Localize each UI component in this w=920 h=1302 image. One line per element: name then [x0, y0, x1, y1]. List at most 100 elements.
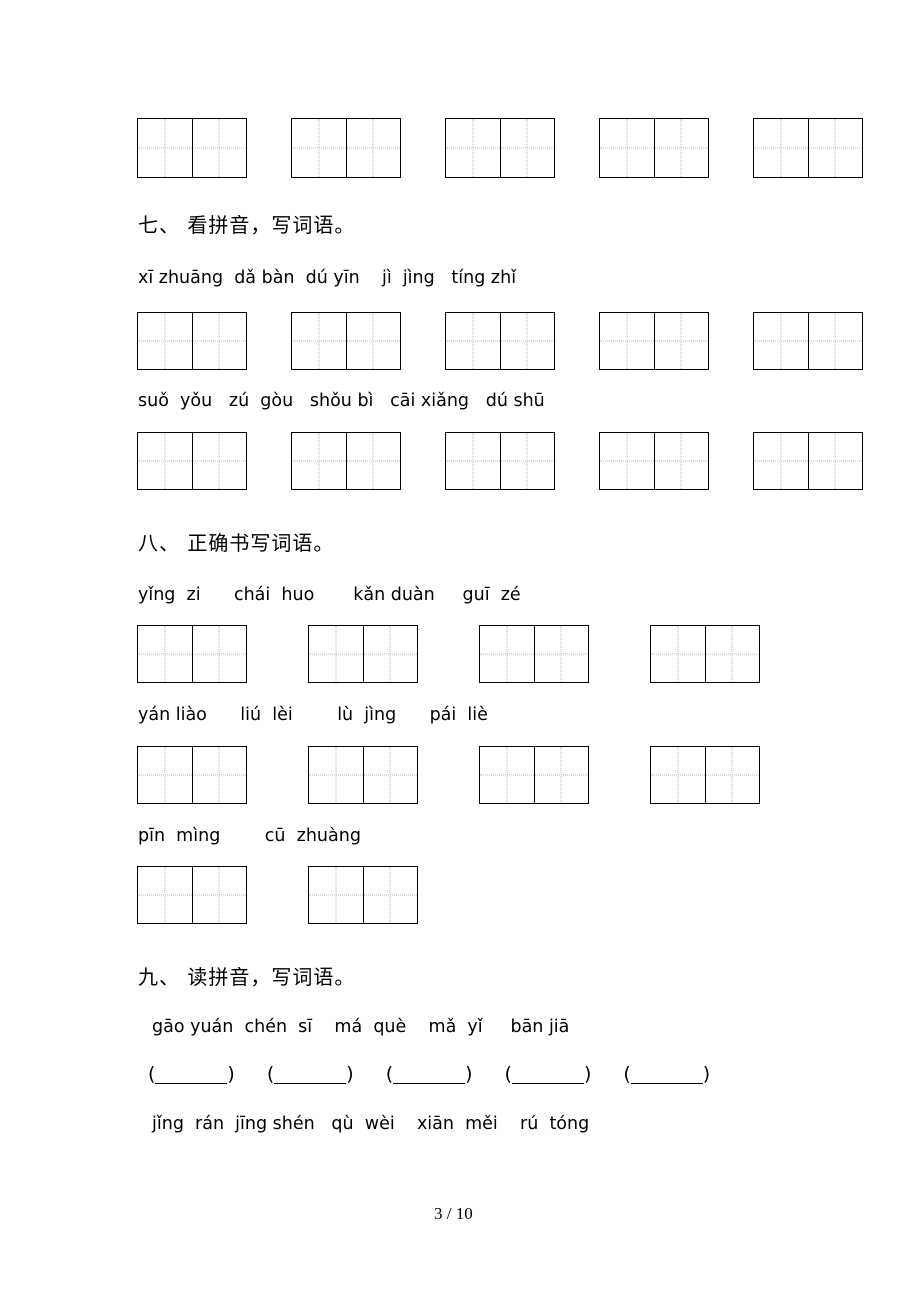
- tianzige-cell[interactable]: [807, 433, 863, 489]
- tianzige-cell[interactable]: [292, 313, 346, 369]
- tianzige-box[interactable]: [650, 746, 760, 804]
- tianzige-cell[interactable]: [362, 747, 418, 803]
- tianzige-box[interactable]: [137, 625, 247, 683]
- tianzige-box[interactable]: [291, 312, 401, 370]
- tianzige-box[interactable]: [753, 312, 863, 370]
- pinyin-line-eight-1: yǐng zi chái huo kǎn duàn guī zé: [138, 585, 521, 605]
- tianzige-box[interactable]: [650, 625, 760, 683]
- tianzige-cell[interactable]: [480, 747, 534, 803]
- tianzige-cell[interactable]: [653, 433, 709, 489]
- tianzige-cell[interactable]: [191, 313, 247, 369]
- tianzige-cell[interactable]: [807, 119, 863, 177]
- paren-open: (: [385, 1063, 394, 1085]
- tianzige-cell[interactable]: [138, 313, 192, 369]
- tianzige-box[interactable]: [445, 312, 555, 370]
- tianzige-cell[interactable]: [651, 747, 705, 803]
- tianzige-cell[interactable]: [533, 747, 589, 803]
- tianzige-box[interactable]: [445, 432, 555, 490]
- tianzige-box[interactable]: [137, 746, 247, 804]
- tianzige-cell[interactable]: [480, 626, 534, 682]
- tianzige-box[interactable]: [599, 118, 709, 178]
- tianzige-cell[interactable]: [704, 626, 760, 682]
- blank-underline[interactable]: [630, 1070, 703, 1084]
- tianzige-cell[interactable]: [362, 867, 418, 923]
- tianzige-cell[interactable]: [138, 626, 192, 682]
- tianzige-cell[interactable]: [754, 313, 808, 369]
- answer-blank[interactable]: (): [386, 1065, 473, 1084]
- tianzige-cell[interactable]: [600, 313, 654, 369]
- tianzige-cell[interactable]: [292, 119, 346, 177]
- answer-blank[interactable]: (): [267, 1065, 354, 1084]
- tianzige-box[interactable]: [308, 625, 418, 683]
- tianzige-cell[interactable]: [191, 626, 247, 682]
- pinyin-line-nine-2: jǐng rán jīng shén qù wèi xiān měi rú tó…: [152, 1114, 590, 1134]
- blank-underline[interactable]: [274, 1070, 347, 1084]
- pinyin-line-seven-1: xī zhuāng dǎ bàn dú yīn jì jìng tíng zhǐ: [138, 268, 517, 288]
- tianzige-box[interactable]: [291, 118, 401, 178]
- paren-open: (: [266, 1063, 275, 1085]
- tianzige-box[interactable]: [445, 118, 555, 178]
- tianzige-box[interactable]: [137, 432, 247, 490]
- tianzige-cell[interactable]: [191, 867, 247, 923]
- blank-underline[interactable]: [393, 1070, 466, 1084]
- tianzige-cell[interactable]: [653, 313, 709, 369]
- tianzige-box[interactable]: [753, 118, 863, 178]
- tianzige-cell[interactable]: [754, 119, 808, 177]
- tianzige-cell[interactable]: [345, 119, 401, 177]
- tianzige-box[interactable]: [479, 746, 589, 804]
- tianzige-cell[interactable]: [600, 119, 654, 177]
- writing-box-row-seven-1: [137, 312, 863, 370]
- pinyin-line-eight-3: pīn mìng cū zhuàng: [138, 826, 361, 846]
- tianzige-cell[interactable]: [309, 867, 363, 923]
- tianzige-box[interactable]: [137, 312, 247, 370]
- tianzige-box[interactable]: [137, 118, 247, 178]
- tianzige-cell[interactable]: [533, 626, 589, 682]
- tianzige-box[interactable]: [753, 432, 863, 490]
- tianzige-box[interactable]: [308, 746, 418, 804]
- tianzige-cell[interactable]: [138, 747, 192, 803]
- tianzige-cell[interactable]: [191, 433, 247, 489]
- tianzige-box[interactable]: [599, 312, 709, 370]
- tianzige-cell[interactable]: [499, 119, 555, 177]
- tianzige-cell[interactable]: [138, 433, 192, 489]
- tianzige-cell[interactable]: [807, 313, 863, 369]
- paren-open: (: [623, 1063, 631, 1085]
- paren-close: ): [702, 1063, 711, 1085]
- paren-close: ): [583, 1063, 592, 1085]
- tianzige-cell[interactable]: [446, 119, 500, 177]
- tianzige-cell[interactable]: [138, 867, 192, 923]
- tianzige-cell[interactable]: [292, 433, 346, 489]
- tianzige-cell[interactable]: [309, 626, 363, 682]
- tianzige-cell[interactable]: [446, 433, 500, 489]
- tianzige-cell[interactable]: [191, 747, 247, 803]
- tianzige-box[interactable]: [291, 432, 401, 490]
- tianzige-cell[interactable]: [362, 626, 418, 682]
- tianzige-cell[interactable]: [138, 119, 192, 177]
- tianzige-cell[interactable]: [309, 747, 363, 803]
- tianzige-box[interactable]: [308, 866, 418, 924]
- tianzige-cell[interactable]: [345, 433, 401, 489]
- tianzige-cell[interactable]: [754, 433, 808, 489]
- answer-blank[interactable]: (): [505, 1063, 592, 1085]
- section-heading-nine: 九、 读拼音，写词语。: [138, 965, 356, 989]
- tianzige-cell[interactable]: [600, 433, 654, 489]
- tianzige-box[interactable]: [479, 625, 589, 683]
- paren-open: (: [148, 1063, 156, 1085]
- blank-underline[interactable]: [511, 1070, 584, 1084]
- tianzige-cell[interactable]: [704, 747, 760, 803]
- tianzige-box[interactable]: [137, 866, 247, 924]
- tianzige-box[interactable]: [599, 432, 709, 490]
- answer-blank[interactable]: (): [148, 1065, 235, 1084]
- tianzige-cell[interactable]: [653, 119, 709, 177]
- tianzige-cell[interactable]: [191, 119, 247, 177]
- answer-blank[interactable]: (): [623, 1065, 710, 1084]
- tianzige-cell[interactable]: [345, 313, 401, 369]
- blank-underline[interactable]: [155, 1070, 228, 1084]
- tianzige-cell[interactable]: [446, 313, 500, 369]
- pinyin-line-nine-1: gāo yuán chén sī má què mǎ yǐ bān jiā: [152, 1017, 570, 1037]
- tianzige-cell[interactable]: [499, 433, 555, 489]
- writing-box-row-eight-1: [137, 625, 760, 683]
- writing-box-row-eight-3: [137, 866, 418, 924]
- tianzige-cell[interactable]: [651, 626, 705, 682]
- tianzige-cell[interactable]: [499, 313, 555, 369]
